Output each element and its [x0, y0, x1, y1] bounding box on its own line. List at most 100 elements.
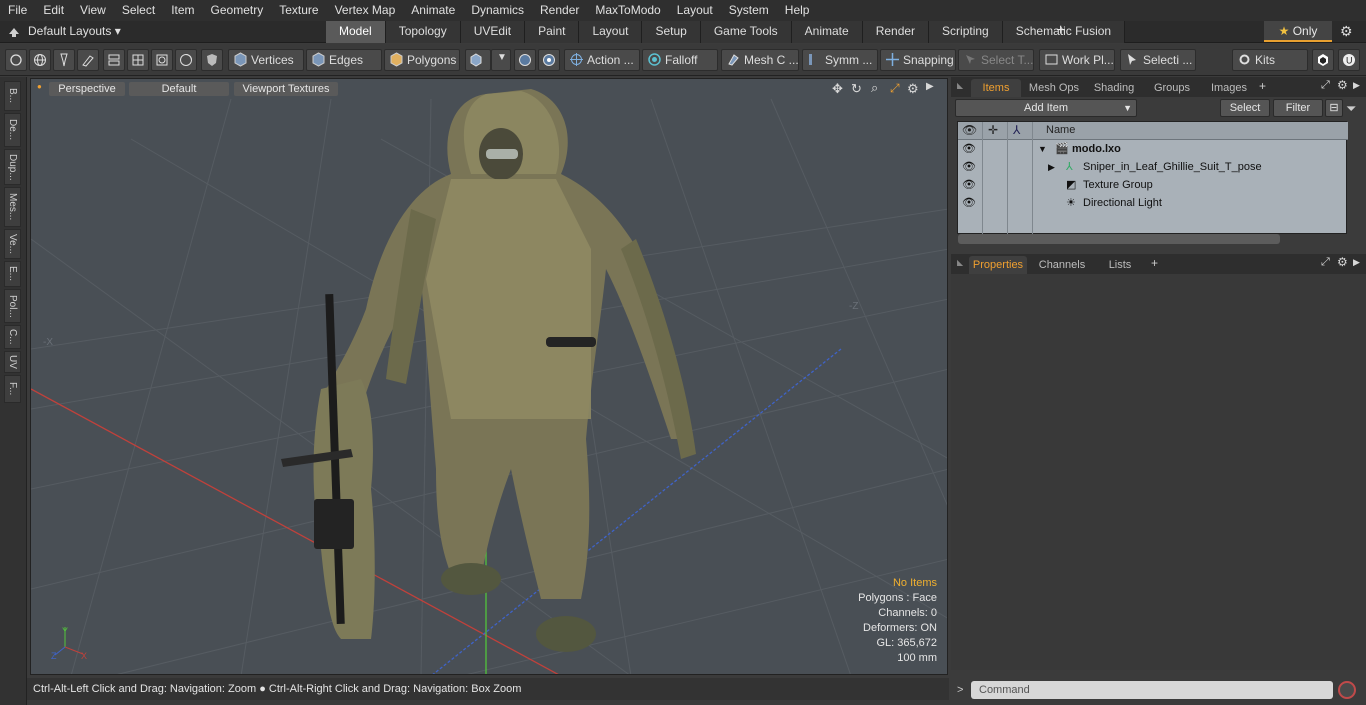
menu-view[interactable]: View — [72, 0, 114, 21]
left-tab-polygon[interactable]: Pol... — [4, 289, 21, 323]
menu-animate[interactable]: Animate — [403, 0, 463, 21]
grid-button[interactable] — [127, 49, 149, 71]
menu-dynamics[interactable]: Dynamics — [463, 0, 532, 21]
record-icon[interactable] — [1338, 681, 1356, 699]
rotate-icon[interactable]: ↻ — [851, 81, 862, 97]
type-header-icon[interactable]: ⅄ — [1013, 123, 1020, 137]
menu-geometry[interactable]: Geometry — [203, 0, 272, 21]
item-mode-button[interactable] — [201, 49, 223, 71]
polygons-button[interactable]: Polygons — [384, 49, 460, 71]
left-tab-vertex[interactable]: Ve... — [4, 229, 21, 259]
tab-items[interactable]: Items — [971, 79, 1021, 97]
tab-scripting[interactable]: Scripting — [929, 21, 1003, 43]
viewport-dot-icon[interactable]: ● — [37, 82, 42, 91]
snapping-button[interactable]: Snapping — [880, 49, 956, 71]
menu-render[interactable]: Render — [532, 0, 587, 21]
select-button[interactable]: Select — [1220, 99, 1270, 117]
align-button[interactable] — [103, 49, 125, 71]
left-tab-basic[interactable]: B... — [4, 81, 21, 111]
funnel-icon[interactable]: ⏷ — [1346, 101, 1356, 117]
tab-shading[interactable]: Shading — [1087, 79, 1141, 97]
panel-menu-arrow-icon[interactable]: ▶ — [1353, 80, 1360, 91]
shading-mode-button[interactable]: Default — [129, 82, 229, 96]
tab-uvedit[interactable]: UVEdit — [460, 21, 526, 43]
left-tab-mesh-edit[interactable]: Mes... — [4, 187, 21, 227]
maximize-icon[interactable]: ⤢ — [890, 81, 900, 96]
only-toggle[interactable]: ★ Only — [1264, 21, 1332, 42]
expand-arrow-icon[interactable]: ▶ — [1048, 158, 1055, 176]
target-button[interactable] — [151, 49, 173, 71]
mesh-constraint-button[interactable]: Mesh C ... — [721, 49, 799, 71]
tab-render[interactable]: Render — [862, 21, 930, 43]
vertices-button[interactable]: Vertices — [228, 49, 304, 71]
command-input[interactable]: Command — [971, 681, 1333, 699]
panel-dot-icon[interactable]: ◣ — [957, 81, 963, 90]
menu-vertex-map[interactable]: Vertex Map — [327, 0, 404, 21]
menu-select[interactable]: Select — [114, 0, 163, 21]
left-tab-curve[interactable]: C... — [4, 325, 21, 349]
name-column-header[interactable]: Name — [1046, 124, 1075, 136]
symmetry-sphere-button[interactable] — [514, 49, 536, 71]
left-tab-edge[interactable]: E... — [4, 261, 21, 287]
expand-panel-icon[interactable]: ⤢ — [1321, 256, 1330, 269]
material-button[interactable] — [465, 49, 491, 71]
material-dropdown[interactable]: ▼ — [491, 49, 511, 71]
add-tab-icon[interactable]: + — [1056, 22, 1065, 40]
list-item[interactable]: 👁 ◩ Texture Group — [958, 176, 1348, 194]
left-tab-uv[interactable]: UV — [4, 351, 21, 373]
menu-texture[interactable]: Texture — [271, 0, 326, 21]
expand-panel-icon[interactable]: ⤢ — [1321, 79, 1330, 92]
viewport-menu-arrow-icon[interactable]: ▶ — [926, 81, 934, 92]
tab-layout[interactable]: Layout — [579, 21, 643, 43]
pan-icon[interactable]: ✥ — [832, 81, 843, 97]
horizontal-scrollbar[interactable] — [958, 234, 1280, 244]
viewport-textures-button[interactable]: Viewport Textures — [234, 82, 338, 96]
globe-button[interactable] — [29, 49, 51, 71]
pen-button[interactable] — [53, 49, 75, 71]
symmetry-button[interactable]: Symm ... — [802, 49, 878, 71]
work-plane-button[interactable]: Work Pl... — [1039, 49, 1115, 71]
visibility-header-icon[interactable]: 👁 — [962, 123, 977, 137]
left-tab-deform[interactable]: De... — [4, 113, 21, 147]
edges-button[interactable]: Edges — [306, 49, 382, 71]
add-panel-tab-icon[interactable]: + — [1259, 79, 1266, 93]
falloff-button[interactable]: Falloff — [642, 49, 718, 71]
layouts-dropdown[interactable]: Default Layouts ▾ — [28, 24, 121, 38]
list-item[interactable]: 👁 ▶ ⅄ Sniper_in_Leaf_Ghillie_Suit_T_pose — [958, 158, 1348, 176]
layout-arrow-icon[interactable] — [8, 26, 20, 38]
tab-mesh-ops[interactable]: Mesh Ops — [1025, 79, 1083, 97]
tab-game-tools[interactable]: Game Tools — [700, 21, 792, 43]
tab-paint[interactable]: Paint — [525, 21, 580, 43]
menu-system[interactable]: System — [721, 0, 777, 21]
menu-edit[interactable]: Edit — [35, 0, 72, 21]
list-item[interactable]: 👁 ☀ Directional Light — [958, 194, 1348, 212]
menu-help[interactable]: Help — [777, 0, 818, 21]
tab-channels[interactable]: Channels — [1033, 256, 1091, 274]
action-center-button[interactable]: Action ... — [564, 49, 640, 71]
viewport-settings-icon[interactable]: ⚙ — [907, 81, 919, 97]
menu-maxtomodo[interactable]: MaxToModo — [587, 0, 668, 21]
tab-groups[interactable]: Groups — [1145, 79, 1199, 97]
panel-settings-icon[interactable]: ⚙ — [1337, 255, 1348, 269]
view-mode-button[interactable]: Perspective — [49, 82, 125, 96]
tab-model[interactable]: Model — [326, 21, 386, 43]
tab-images[interactable]: Images — [1203, 79, 1255, 97]
left-tab-duplicate[interactable]: Dup... — [4, 149, 21, 185]
select-circle-button[interactable] — [5, 49, 27, 71]
menu-layout[interactable]: Layout — [669, 0, 721, 21]
panel-dot-icon[interactable]: ◣ — [957, 258, 963, 267]
selection-sets-button[interactable]: Selecti ... — [1120, 49, 1196, 71]
menu-file[interactable]: File — [0, 0, 35, 21]
panel-menu-arrow-icon[interactable]: ▶ — [1353, 257, 1360, 268]
visibility-eye-icon[interactable]: 👁 — [962, 140, 976, 158]
kits-button[interactable]: Kits — [1232, 49, 1308, 71]
expand-arrow-icon[interactable]: ▼ — [1038, 140, 1047, 158]
tab-properties[interactable]: Properties — [969, 256, 1027, 274]
tab-lists[interactable]: Lists — [1095, 256, 1145, 274]
sphere-button[interactable] — [175, 49, 197, 71]
unity-button[interactable] — [1312, 49, 1334, 71]
unreal-button[interactable]: U — [1338, 49, 1360, 71]
left-tab-fusion[interactable]: F... — [4, 375, 21, 403]
viewport-scene[interactable]: Y X Z — [31, 79, 948, 675]
tab-animate[interactable]: Animate — [791, 21, 863, 43]
